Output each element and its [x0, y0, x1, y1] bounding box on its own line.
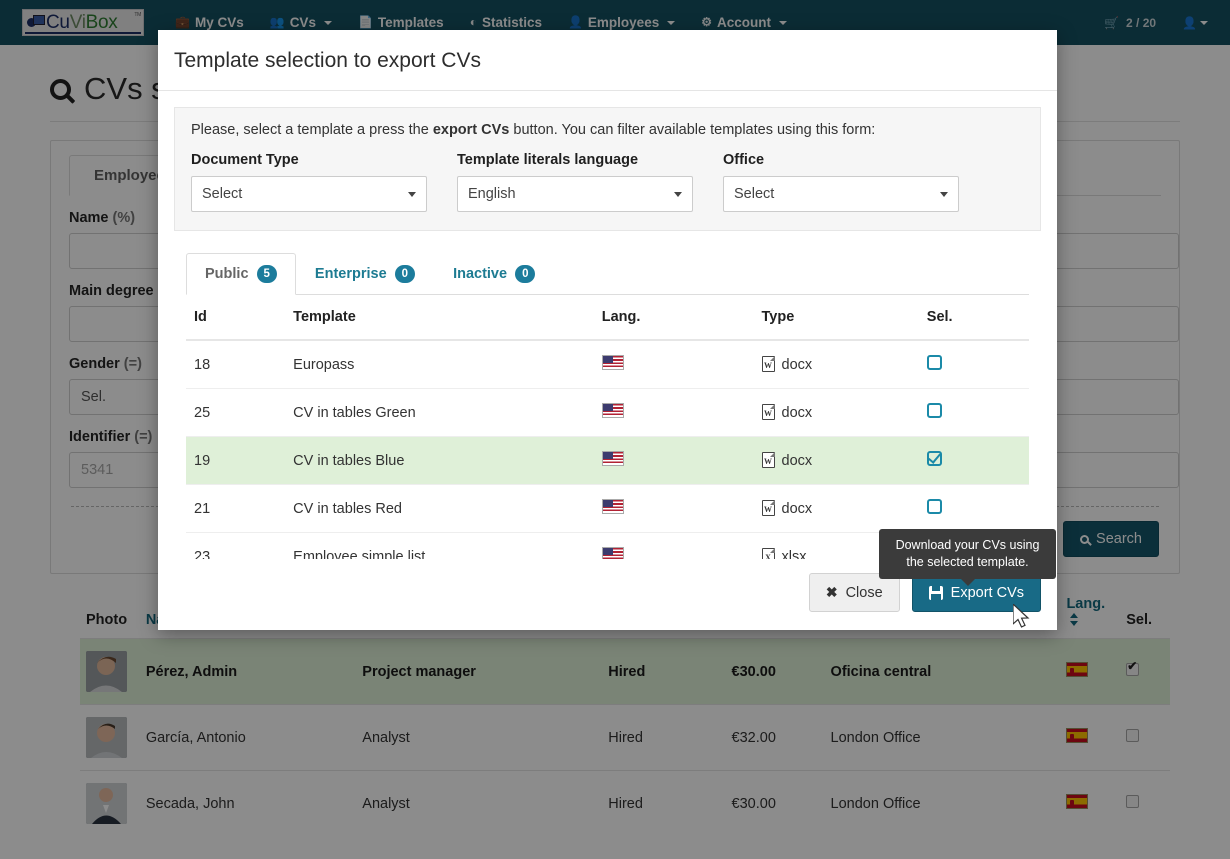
template-row[interactable]: 21 CV in tables Red Wdocx: [186, 484, 1029, 534]
word-document-icon: W: [761, 500, 775, 517]
office-select[interactable]: Select: [723, 176, 959, 212]
x-icon: ✖: [825, 584, 838, 600]
lead-after: button. You can filter available templat…: [509, 122, 876, 138]
filter-columns: Document Type Select Template literals l…: [191, 152, 1024, 212]
close-button-label: Close: [845, 584, 883, 601]
template-language-select[interactable]: English: [457, 176, 693, 212]
chevron-down-icon: [940, 192, 948, 197]
cell-template: CV in tables Red: [285, 484, 594, 534]
col-id: Id: [186, 295, 286, 342]
type-label: docx: [781, 357, 813, 374]
template-row[interactable]: 18 Europass Wdocx: [186, 340, 1029, 390]
type-label: docx: [781, 405, 813, 422]
doc-letter: W: [764, 361, 772, 371]
usa-flag-icon: [601, 403, 624, 419]
tab-label: Enterprise: [314, 266, 387, 283]
cell-lang: [593, 484, 754, 534]
cell-template: Europass: [285, 340, 594, 390]
col-sel: Sel.: [918, 295, 1029, 342]
cell-id: 18: [186, 340, 286, 390]
filter-label: Document Type: [191, 152, 299, 168]
cell-id: 21: [186, 484, 286, 534]
template-row[interactable]: 19 CV in tables Blue Wdocx: [186, 436, 1029, 486]
col-type: Type: [753, 295, 919, 342]
filter-instructions: Please, select a template a press the ex…: [191, 122, 1024, 138]
cell-template: CV in tables Blue: [285, 436, 594, 486]
cell-select[interactable]: [918, 436, 1029, 486]
filter-label: Office: [723, 152, 765, 168]
cell-type: Wdocx: [753, 484, 919, 534]
usa-flag-icon: [601, 499, 624, 515]
modal-header: Template selection to export CVs: [158, 30, 1057, 91]
cell-id: 25: [186, 388, 286, 438]
save-icon: [928, 585, 943, 600]
tab-inactive[interactable]: Inactive 0: [434, 253, 554, 295]
cell-type: Wdocx: [753, 340, 919, 390]
filter-document-type: Document Type Select: [191, 152, 427, 212]
select-value: Select: [202, 186, 243, 202]
word-document-icon: W: [761, 452, 775, 469]
chevron-down-icon: [674, 192, 682, 197]
export-tooltip: Download your CVs using the selected tem…: [879, 529, 1056, 586]
cell-type: Wdocx: [753, 436, 919, 486]
cell-id: 19: [186, 436, 286, 486]
type-label: docx: [781, 501, 813, 518]
modal-title: Template selection to export CVs: [174, 49, 481, 72]
select-value: Select: [734, 186, 775, 202]
close-button[interactable]: ✖ Close: [808, 573, 900, 612]
tab-count-badge: 5: [256, 265, 277, 284]
cell-select[interactable]: [918, 388, 1029, 438]
tab-public[interactable]: Public 5: [186, 253, 296, 296]
template-filter-form: Please, select a template a press the ex…: [174, 107, 1041, 231]
tab-count-badge: 0: [394, 265, 416, 284]
modal-body: Please, select a template a press the ex…: [158, 91, 1057, 580]
document-type-select[interactable]: Select: [191, 176, 427, 212]
cell-lang: [593, 340, 754, 390]
template-checkbox[interactable]: [926, 355, 942, 371]
lead-bold: export CVs: [432, 122, 510, 138]
tab-label: Inactive: [453, 266, 508, 283]
tab-count-badge: 0: [515, 265, 536, 284]
cell-lang: [593, 436, 754, 486]
cell-type: Wdocx: [753, 388, 919, 438]
doc-letter: W: [764, 409, 772, 419]
type-label: docx: [781, 453, 813, 470]
select-value: English: [468, 186, 516, 202]
filter-template-language: Template literals language English: [457, 152, 693, 212]
chevron-down-icon: [408, 192, 416, 197]
col-lang: Lang.: [593, 295, 754, 342]
usa-flag-icon: [601, 451, 624, 467]
filter-office: Office Select: [723, 152, 959, 212]
cell-lang: [593, 388, 754, 438]
template-checkbox[interactable]: [926, 403, 942, 419]
export-button-label: Export CVs: [950, 584, 1024, 601]
template-checkbox-checked[interactable]: [926, 451, 942, 467]
templates-header-row: Id Template Lang. Type Sel.: [186, 295, 1029, 342]
usa-flag-icon: [601, 355, 624, 371]
doc-letter: W: [764, 457, 772, 467]
tab-enterprise[interactable]: Enterprise 0: [296, 253, 434, 295]
cell-select[interactable]: [918, 340, 1029, 390]
word-document-icon: W: [761, 404, 775, 421]
lead-before: Please, select a template a press the: [191, 122, 433, 138]
tab-label: Public: [205, 266, 249, 283]
doc-letter: W: [764, 505, 772, 515]
template-checkbox[interactable]: [926, 499, 942, 515]
filter-label: Template literals language: [457, 152, 639, 168]
col-template: Template: [285, 295, 594, 342]
template-row[interactable]: 25 CV in tables Green Wdocx: [186, 388, 1029, 438]
word-document-icon: W: [761, 356, 775, 373]
cell-select[interactable]: [918, 484, 1029, 534]
cell-template: CV in tables Green: [285, 388, 594, 438]
template-category-tabs: Public 5 Enterprise 0 Inactive 0: [174, 253, 1041, 296]
export-cvs-button[interactable]: Export CVs: [911, 573, 1041, 612]
